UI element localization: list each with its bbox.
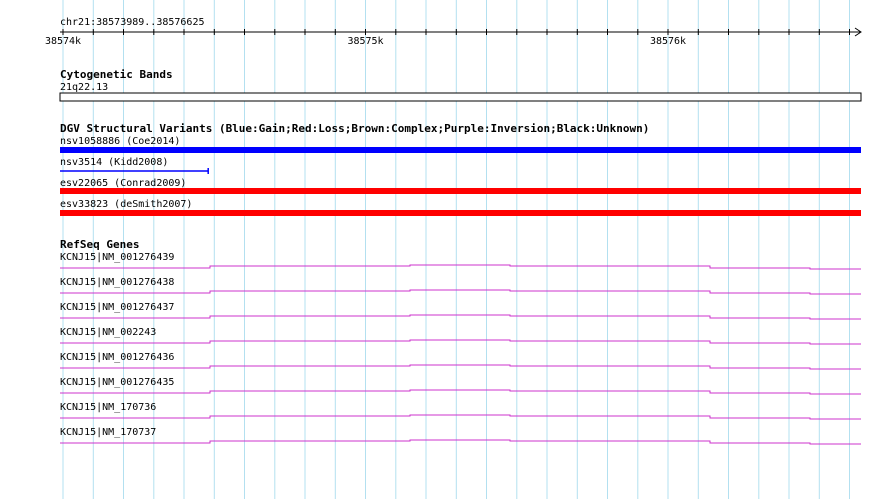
- ruler-label: 38574k: [45, 36, 81, 47]
- ruler-labels: 38574k 38575k 38576k: [45, 36, 686, 47]
- refseq-features: KCNJ15|NM_001276439 KCNJ15|NM_001276438 KC…: [60, 252, 861, 445]
- dgv-features: nsv1058886 (Coe2014) nsv3514 (Kidd2008) es…: [60, 136, 861, 216]
- ruler-label: 38576k: [650, 36, 686, 47]
- gene-model[interactable]: [60, 264, 861, 270]
- gene-label: KCNJ15|NM_001276439: [60, 252, 174, 263]
- dgv-feature-label: nsv1058886 (Coe2014): [60, 136, 180, 147]
- cytoband-track-title: Cytogenetic Bands: [60, 68, 173, 81]
- ruler-label: 38575k: [347, 36, 383, 47]
- gene-model[interactable]: [60, 389, 861, 395]
- gene-label: KCNJ15|NM_001276437: [60, 302, 174, 313]
- dgv-feature-label: nsv3514 (Kidd2008): [60, 157, 168, 168]
- gene-label: KCNJ15|NM_001276438: [60, 277, 174, 288]
- gene-label: KCNJ15|NM_001276435: [60, 377, 174, 388]
- vertical-grid-lines: [62, 0, 850, 499]
- dgv-track-title: DGV Structural Variants (Blue:Gain;Red:L…: [60, 122, 649, 135]
- gene-model[interactable]: [60, 289, 861, 295]
- gene-label: KCNJ15|NM_170737: [60, 427, 156, 438]
- gene-model[interactable]: [60, 339, 861, 345]
- cytoband-bar[interactable]: [59, 92, 862, 102]
- dgv-feature-bar[interactable]: [60, 188, 861, 194]
- dgv-feature-label: esv22065 (Conrad2009): [60, 178, 186, 189]
- gene-label: KCNJ15|NM_170736: [60, 402, 156, 413]
- gene-model[interactable]: [60, 414, 861, 420]
- genome-browser-panel[interactable]: chr21:38573989..38576625 38574k 38575k 385…: [0, 0, 890, 499]
- gene-label: KCNJ15|NM_001276436: [60, 352, 174, 363]
- gene-model[interactable]: [60, 439, 861, 445]
- cytoband-label: 21q22.13: [60, 82, 108, 93]
- dgv-feature-bar[interactable]: [60, 210, 861, 216]
- location-label: chr21:38573989..38576625: [60, 17, 205, 28]
- gene-label: KCNJ15|NM_002243: [60, 327, 156, 338]
- dgv-feature-label: esv33823 (deSmith2007): [60, 199, 192, 210]
- refseq-track-title: RefSeq Genes: [60, 238, 139, 251]
- gene-model[interactable]: [60, 314, 861, 320]
- gene-model[interactable]: [60, 364, 861, 370]
- dgv-feature-bar[interactable]: [60, 147, 861, 153]
